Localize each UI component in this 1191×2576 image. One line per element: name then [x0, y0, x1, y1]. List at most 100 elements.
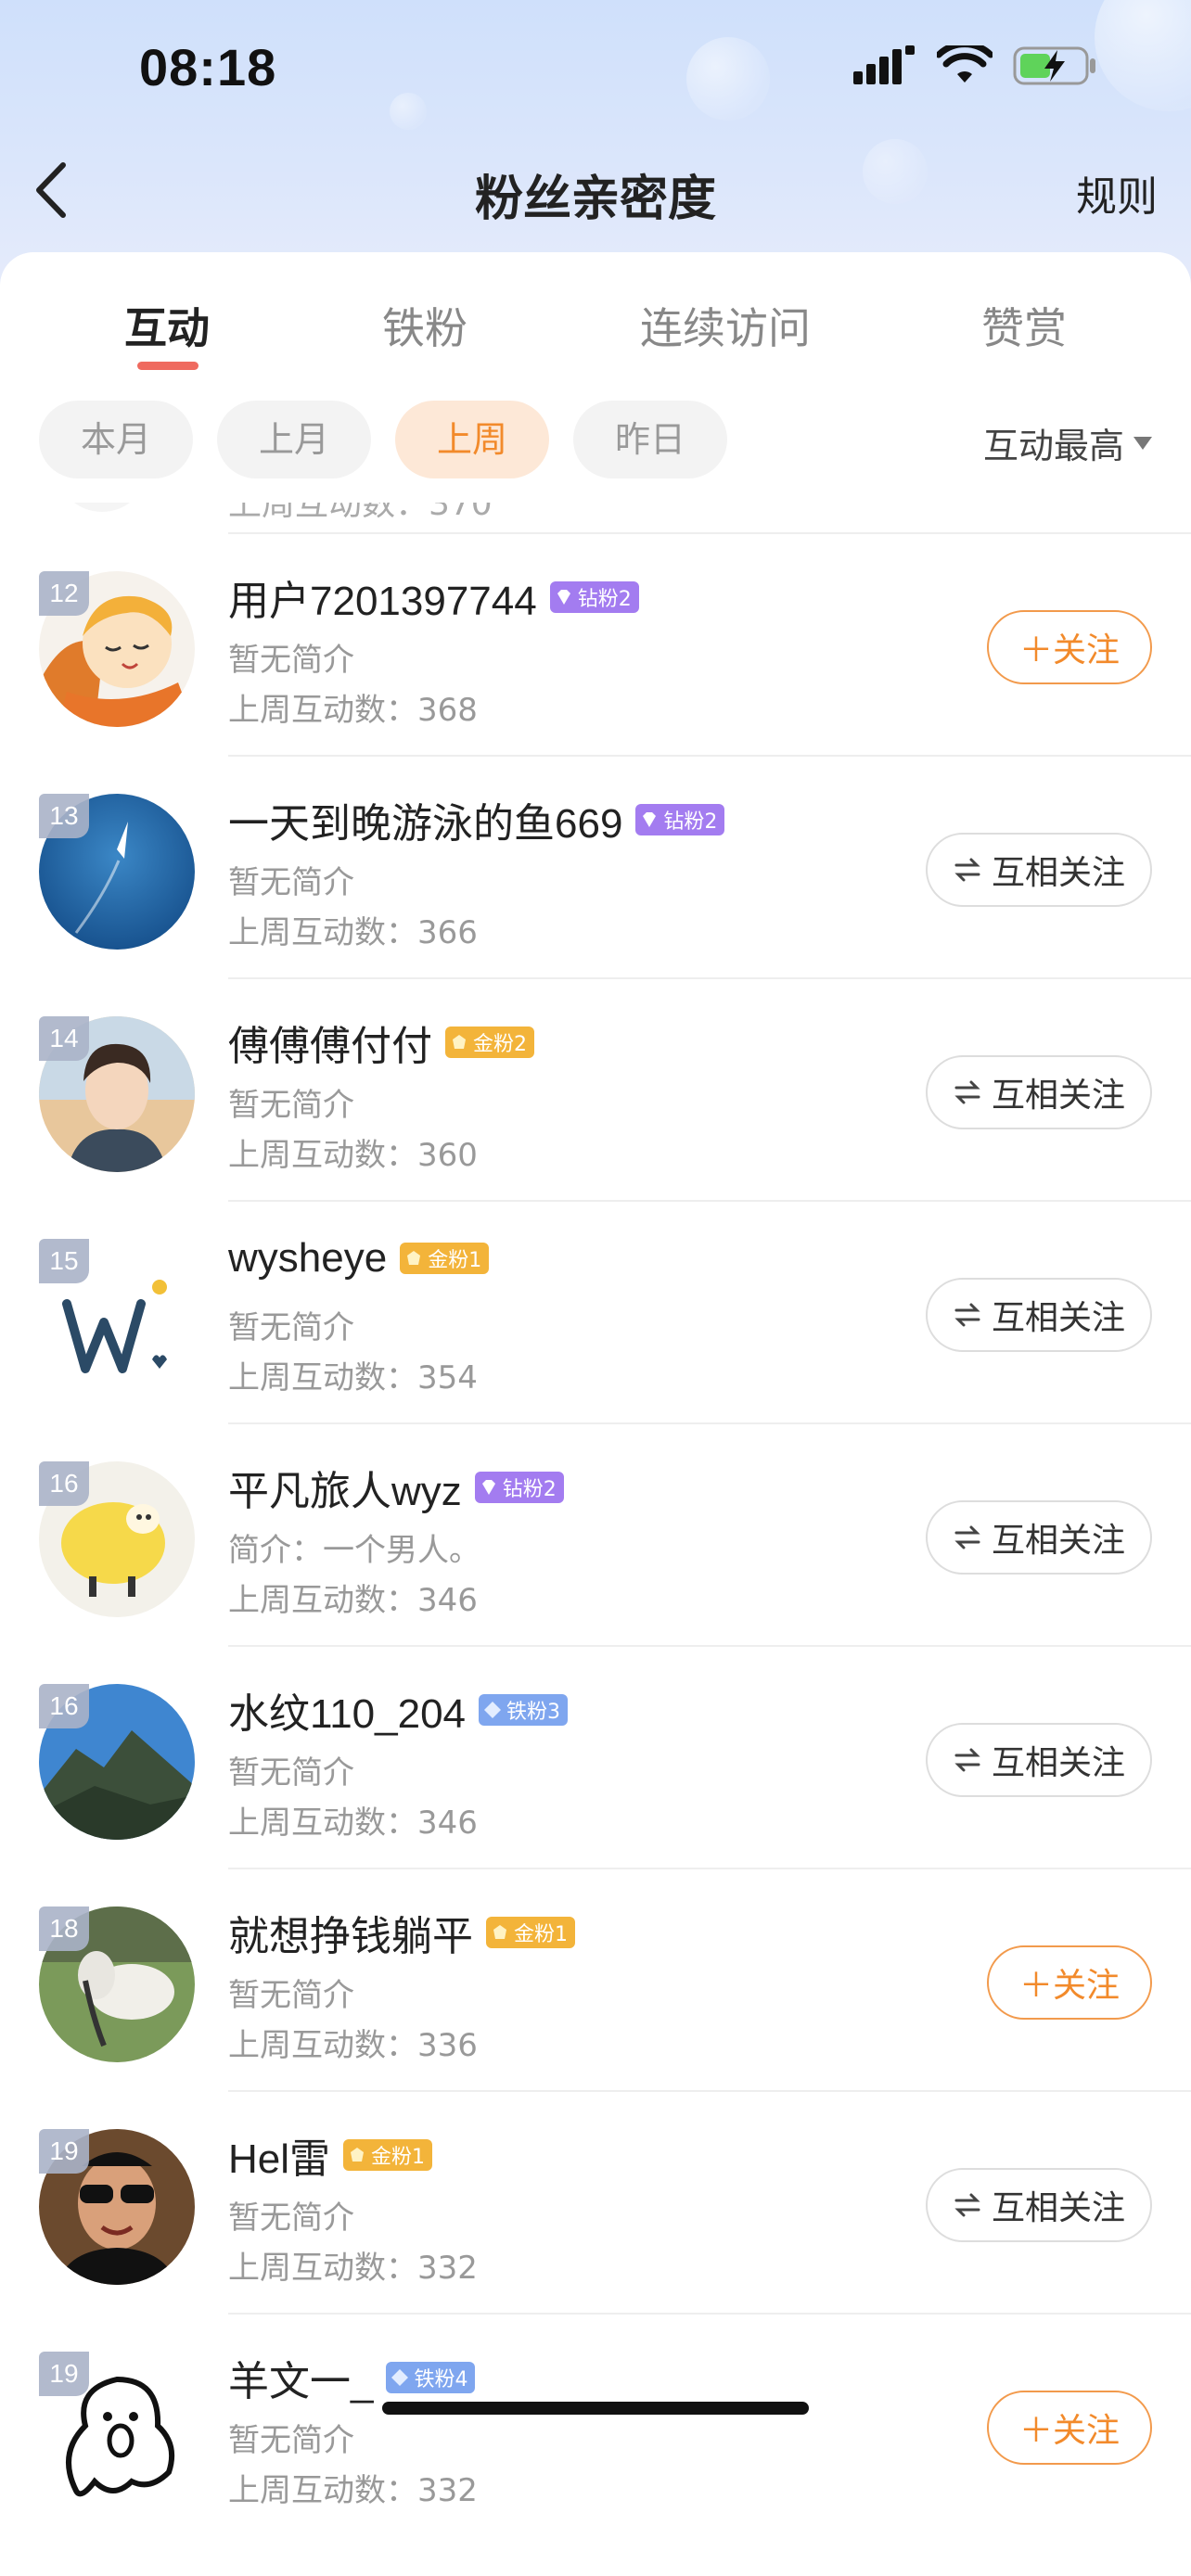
- iron-gem-icon: [484, 1702, 502, 1718]
- sort-dropdown[interactable]: 互动最高: [983, 417, 1152, 468]
- list-item[interactable]: 13 一天到晚游泳的鱼669 钻粉2 暂无简介 上周互动数：366 互相关注: [0, 755, 1191, 977]
- gold-gem-icon: [351, 2148, 365, 2162]
- swap-arrows-icon: [954, 1525, 980, 1549]
- fan-bio: 暂无简介: [228, 1754, 354, 1792]
- rules-link[interactable]: 规则: [1076, 163, 1158, 223]
- fan-name[interactable]: 羊文一_: [228, 2348, 373, 2407]
- gold-gem-icon: [453, 1035, 466, 1049]
- list-item[interactable]: 12 用户7201397744 钻粉2 暂无简介 上周互动数：368 ＋关注: [0, 532, 1191, 755]
- rank-badge: 13: [39, 794, 89, 838]
- rank-badge: 14: [39, 1016, 89, 1061]
- gold-gem-icon: [407, 1251, 421, 1265]
- list-item[interactable]: 15 wysheye 金粉1 暂无简介 上周互动数：354 互相关注: [0, 1200, 1191, 1422]
- fan-name[interactable]: 平凡旅人wyz: [228, 1458, 462, 1517]
- interaction-count: 上周互动数：336: [228, 2027, 478, 2064]
- mutual-follow-button[interactable]: 互相关注: [926, 1723, 1152, 1797]
- swap-arrows-icon: [954, 1303, 980, 1327]
- diamond-icon: [643, 812, 657, 827]
- interaction-count: 上周互动数：366: [228, 914, 478, 951]
- caret-down-icon: [1133, 436, 1152, 450]
- follow-button[interactable]: ＋关注: [987, 610, 1152, 684]
- swap-arrows-icon: [954, 1080, 980, 1104]
- battery-icon: [1013, 46, 1095, 85]
- interaction-count: 上周互动数：332: [228, 2472, 478, 2509]
- divider: [228, 1868, 1191, 1869]
- divider: [228, 1645, 1191, 1647]
- divider: [228, 977, 1191, 979]
- list-item[interactable]: 16 水纹110_204 铁粉3 暂无简介 上周互动数：346 互相关注: [0, 1645, 1191, 1868]
- diamond-icon: [481, 1480, 495, 1495]
- follow-button[interactable]: ＋关注: [987, 1945, 1152, 2020]
- fan-level-badge: 金粉2: [445, 1027, 534, 1058]
- tab-rewards[interactable]: 赞赏: [981, 295, 1067, 356]
- divider: [228, 1200, 1191, 1202]
- mutual-follow-button[interactable]: 互相关注: [926, 833, 1152, 907]
- fan-name[interactable]: Hel雷: [228, 2125, 330, 2185]
- interaction-count: 上周互动数：360: [228, 1137, 478, 1174]
- list-item[interactable]: 16 平凡旅人wyz 钻粉2 简介：一个男人。 上周互动数：346 互相关注: [0, 1422, 1191, 1645]
- fan-name[interactable]: 傅傅傅付付: [228, 1013, 432, 1072]
- list-item[interactable]: 19 Hel雷 金粉1 暂无简介 上周互动数：332 互相关注: [0, 2090, 1191, 2313]
- interaction-count: 上周互动数：346: [228, 1804, 478, 1842]
- tab-consecutive-visits[interactable]: 连续访问: [640, 295, 811, 356]
- tab-bar: 互动 铁粉 连续访问 赞赏: [0, 252, 1191, 391]
- gold-gem-icon: [493, 1925, 506, 1939]
- divider: [228, 532, 1191, 534]
- interaction-count: 上周互动数：368: [228, 692, 478, 729]
- status-time: 08:18: [139, 38, 277, 96]
- filter-last-week[interactable]: 上周: [395, 401, 549, 478]
- tab-iron-fans[interactable]: 铁粉: [382, 295, 467, 356]
- sort-label: 互动最高: [982, 426, 1124, 466]
- follow-button[interactable]: ＋关注: [987, 2391, 1152, 2465]
- rank-badge: 16: [39, 1461, 89, 1506]
- wifi-icon: [937, 45, 992, 83]
- fan-name[interactable]: 就想挣钱躺平: [228, 1903, 473, 1962]
- list-item[interactable]: 19 羊文一_ 铁粉4 暂无简介 上周互动数：332 ＋关注: [0, 2313, 1191, 2535]
- rank-badge: 16: [39, 1684, 89, 1728]
- status-icons: [853, 45, 1098, 87]
- filter-this-month[interactable]: 本月: [39, 401, 193, 478]
- interaction-count: 上周互动数：354: [228, 1359, 478, 1396]
- home-indicator[interactable]: [382, 2402, 809, 2415]
- cellular-signal-icon: [853, 45, 915, 84]
- list-item[interactable]: 14 傅傅傅付付 金粉2 暂无简介 上周互动数：360 互相关注: [0, 977, 1191, 1200]
- interaction-count: 上周互动数：370: [228, 503, 493, 523]
- interaction-count: 上周互动数：332: [228, 2250, 478, 2287]
- divider: [228, 2313, 1191, 2315]
- list-item[interactable]: 18 就想挣钱躺平 金粉1 暂无简介 上周互动数：336 ＋关注: [0, 1868, 1191, 2090]
- page-title: 粉丝亲密度: [474, 172, 716, 227]
- diamond-icon: [557, 590, 570, 605]
- fan-name[interactable]: 一天到晚游泳的鱼669: [228, 790, 622, 849]
- fan-bio: 暂无简介: [228, 2200, 354, 2237]
- fan-name[interactable]: 用户7201397744: [228, 567, 537, 627]
- tab-interaction[interactable]: 互动: [124, 295, 210, 356]
- fan-name[interactable]: wysheye: [228, 1235, 387, 1282]
- fan-name[interactable]: 水纹110_204: [228, 1680, 466, 1740]
- rank-badge: 19: [39, 2352, 89, 2396]
- fan-bio: 暂无简介: [228, 864, 354, 901]
- rank-badge: 12: [39, 571, 89, 616]
- fan-bio: 简介：一个男人。: [228, 1532, 480, 1569]
- fan-level-badge: 金粉1: [343, 2139, 433, 2171]
- mutual-follow-button[interactable]: 互相关注: [926, 1500, 1152, 1575]
- main-sheet: 互动 铁粉 连续访问 赞赏 本月 上月 上周 昨日 互动最高 上周互动数：370: [0, 252, 1191, 2576]
- filter-yesterday[interactable]: 昨日: [573, 401, 727, 478]
- divider: [228, 1422, 1191, 1424]
- filter-last-month[interactable]: 上月: [217, 401, 371, 478]
- swap-arrows-icon: [954, 2193, 980, 2217]
- swap-arrows-icon: [954, 1748, 980, 1772]
- fan-bio: 暂无简介: [228, 642, 354, 679]
- rank-badge: 19: [39, 2129, 89, 2174]
- mutual-follow-button[interactable]: 互相关注: [926, 1278, 1152, 1352]
- fan-bio: 暂无简介: [228, 2422, 354, 2459]
- iron-gem-icon: [391, 2369, 409, 2386]
- divider: [228, 2090, 1191, 2092]
- rank-badge: 15: [39, 1239, 89, 1283]
- mutual-follow-button[interactable]: 互相关注: [926, 2168, 1152, 2242]
- fan-bio: 暂无简介: [228, 1977, 354, 2014]
- divider: [228, 755, 1191, 757]
- fan-level-badge: 金粉1: [400, 1243, 490, 1274]
- swap-arrows-icon: [954, 858, 980, 882]
- interaction-count: 上周互动数：346: [228, 1582, 478, 1619]
- mutual-follow-button[interactable]: 互相关注: [926, 1055, 1152, 1129]
